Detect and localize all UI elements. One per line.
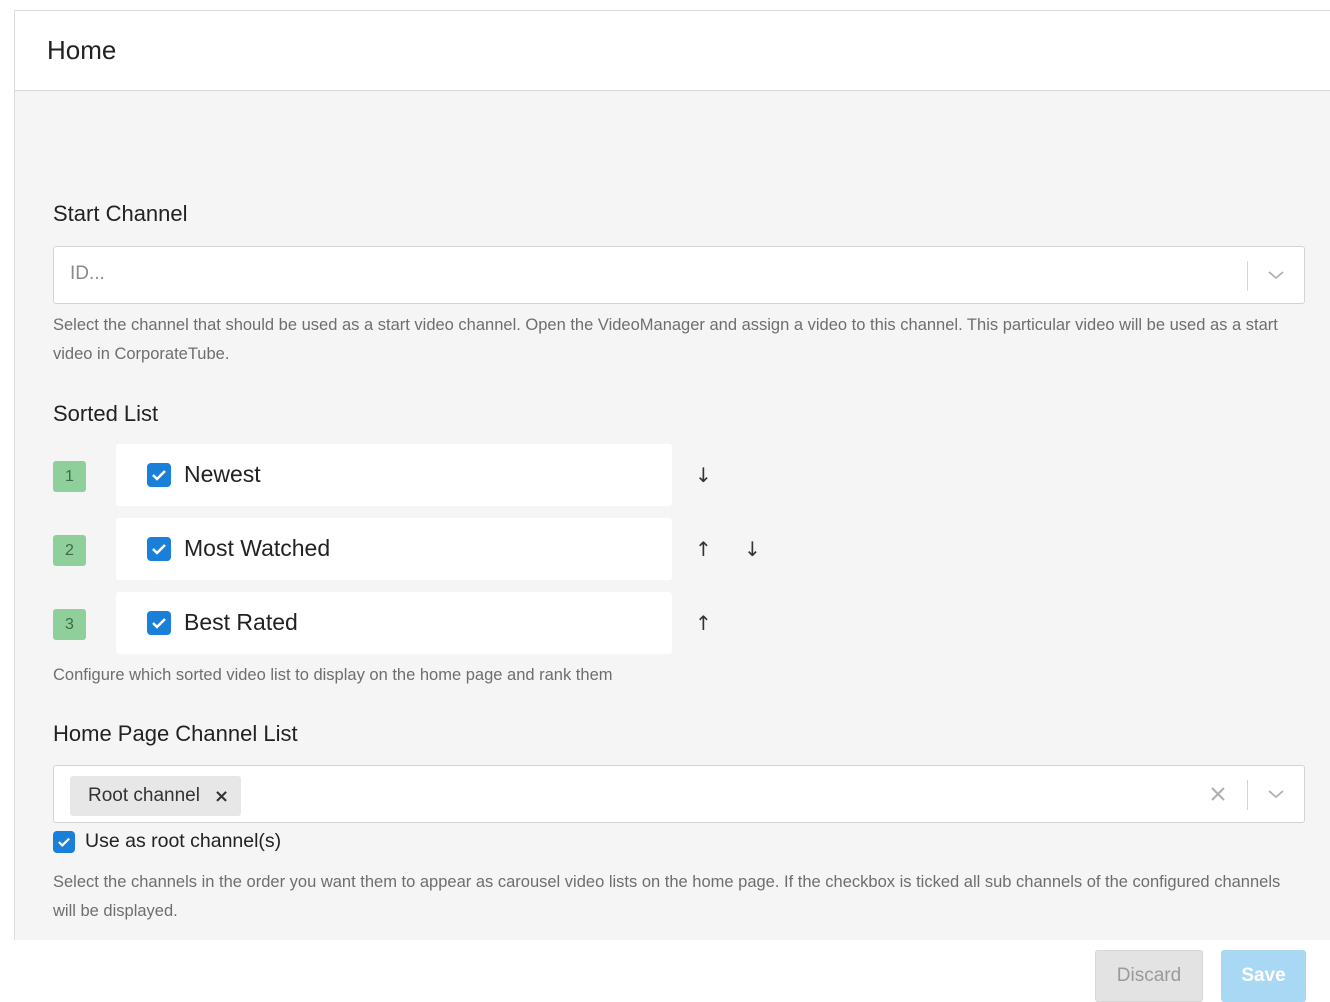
sorted-item-label: Best Rated: [184, 609, 298, 635]
sorted-item-label: Most Watched: [184, 535, 331, 561]
check-icon: [152, 544, 166, 555]
channel-chip: Root channel ×: [70, 776, 242, 816]
checkbox-most-watched[interactable]: [147, 537, 171, 561]
chevron-down-icon[interactable]: [1266, 784, 1286, 804]
use-as-root-label[interactable]: Use as root channel(s): [85, 830, 281, 853]
save-button[interactable]: Save: [1221, 950, 1306, 1002]
sorted-list-label: Sorted List: [53, 401, 159, 426]
select-separator: [1247, 261, 1248, 291]
move-up-icon[interactable]: ↑: [695, 537, 712, 561]
start-channel-select[interactable]: ID...: [53, 246, 1305, 304]
move-down-icon[interactable]: ↓: [744, 537, 761, 561]
chip-label: Root channel: [88, 785, 200, 806]
use-as-root-checkbox[interactable]: [53, 831, 75, 853]
rank-badge-1: 1: [53, 461, 86, 492]
select-separator: [1247, 780, 1248, 810]
checkbox-best-rated[interactable]: [147, 611, 171, 635]
sorted-list-help: Configure which sorted video list to dis…: [53, 666, 613, 684]
rank-badge-2: 2: [53, 535, 86, 566]
checkbox-newest[interactable]: [147, 463, 171, 487]
chevron-down-icon[interactable]: [1266, 265, 1286, 285]
panel-header: Home: [15, 11, 1330, 91]
check-icon: [58, 837, 70, 847]
start-channel-label: Start Channel: [53, 201, 188, 226]
channel-list-select[interactable]: Root channel ×: [53, 765, 1305, 823]
rank-badge-3: 3: [53, 609, 86, 640]
move-down-icon[interactable]: ↓: [695, 463, 712, 487]
check-icon: [152, 618, 166, 629]
sorted-item-most-watched[interactable]: Most Watched: [116, 518, 672, 580]
channel-list-help: Select the channels in the order you wan…: [53, 873, 1281, 920]
channel-list-label: Home Page Channel List: [53, 721, 298, 746]
home-settings-panel: Home Start Channel ID... Select the chan…: [14, 10, 1330, 1002]
sorted-item-best-rated[interactable]: Best Rated: [116, 592, 672, 654]
check-icon: [152, 470, 166, 481]
discard-button[interactable]: Discard: [1095, 950, 1203, 1002]
clear-icon[interactable]: [1208, 784, 1228, 804]
page-title: Home: [47, 35, 117, 65]
chip-remove-icon[interactable]: ×: [214, 786, 229, 807]
start-channel-help: Select the channel that should be used a…: [53, 316, 1278, 363]
move-up-icon[interactable]: ↑: [695, 611, 712, 635]
sorted-item-newest[interactable]: Newest: [116, 444, 672, 506]
start-channel-placeholder: ID...: [70, 263, 105, 284]
sorted-item-label: Newest: [184, 461, 261, 487]
